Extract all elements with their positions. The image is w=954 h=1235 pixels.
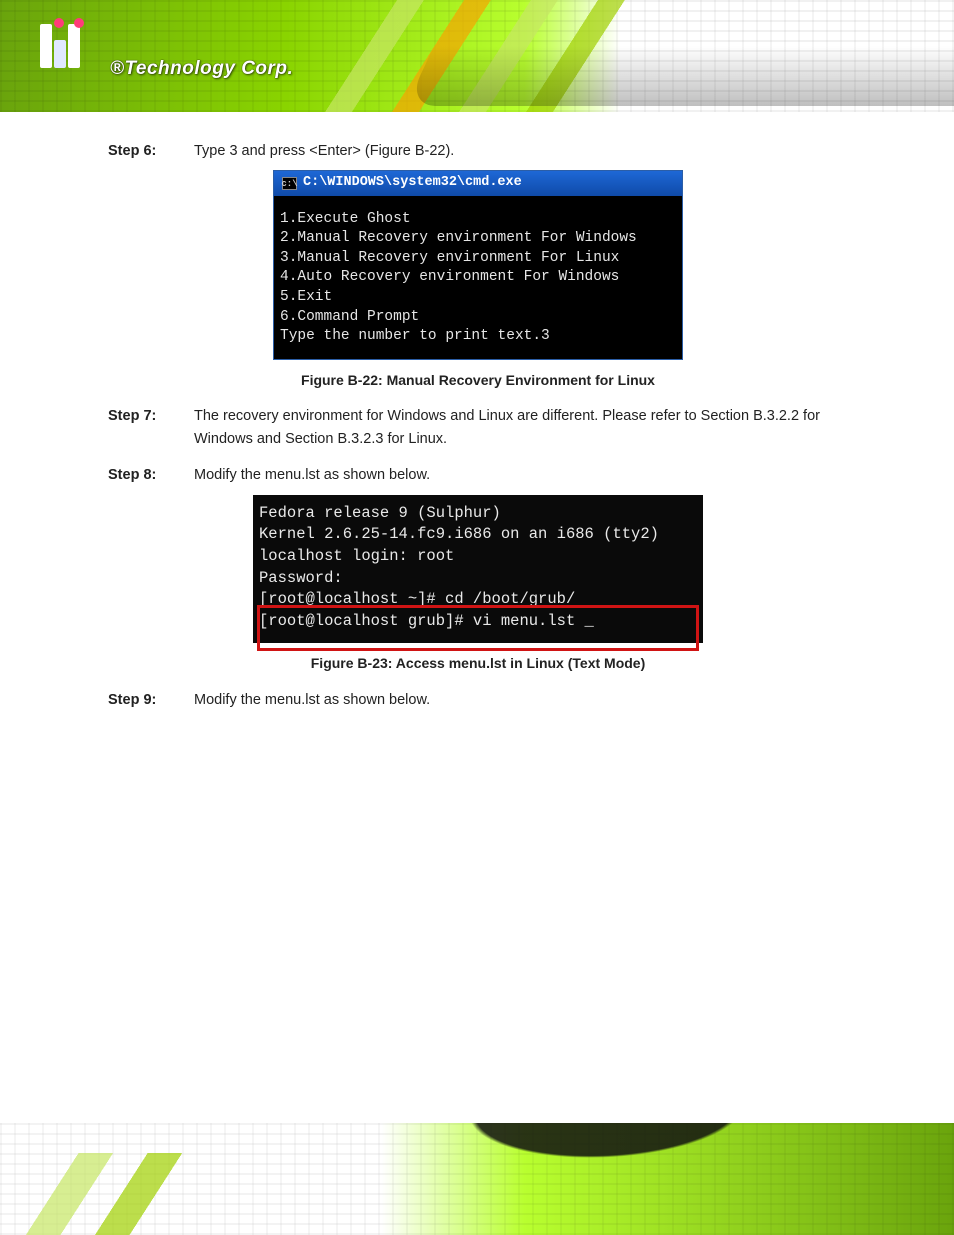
term-last-line: [root@localhost grub]# vi menu.lst _ [259, 612, 594, 630]
figure-22-container: c:\ C:\WINDOWS\system32\cmd.exe 1.Execut… [88, 170, 868, 359]
step-8-text: Modify the menu.lst as shown below. [194, 464, 868, 486]
page-body: Step 6: Type 3 and press <Enter> (Figure… [88, 140, 868, 719]
cmd-title: C:\WINDOWS\system32\cmd.exe [303, 174, 522, 192]
figure-22-caption: Figure B-22: Manual Recovery Environment… [88, 370, 868, 392]
term-line: Fedora release 9 (Sulphur) [259, 503, 697, 525]
step-7-label: Step 7: [108, 405, 180, 450]
term-line: localhost login: root [259, 546, 697, 568]
term-line: [root@localhost grub]# vi menu.lst _ [259, 611, 697, 633]
logo-bar [40, 24, 52, 68]
cmd-line: 2.Manual Recovery environment For Window… [280, 230, 637, 246]
bottom-banner [0, 1123, 954, 1235]
step-9: Step 9: Modify the menu.lst as shown bel… [88, 689, 868, 711]
step-8: Step 8: Modify the menu.lst as shown bel… [88, 464, 868, 486]
cmd-line: 1.Execute Ghost [280, 211, 411, 227]
step-9-label: Step 9: [108, 689, 180, 711]
step-6-label: Step 6: [108, 140, 180, 162]
brand-text: ®Technology Corp. [110, 58, 293, 80]
bottom-swoosh [273, 1123, 954, 1235]
step-8-label: Step 8: [108, 464, 180, 486]
step-6-text: Type 3 and press <Enter> (Figure B-22). [194, 140, 868, 162]
cmd-icon: c:\ [282, 177, 297, 190]
figure-23-container: Fedora release 9 (Sulphur) Kernel 2.6.25… [88, 495, 868, 643]
term-line: Password: [259, 568, 697, 590]
term-line: [root@localhost ~]# cd /boot/grub/ [259, 589, 697, 611]
step-7-text: The recovery environment for Windows and… [194, 405, 868, 450]
cmd-line: 3.Manual Recovery environment For Linux [280, 250, 619, 266]
step-7: Step 7: The recovery environment for Win… [88, 405, 868, 450]
cmd-content: 1.Execute Ghost 2.Manual Recovery enviro… [274, 196, 682, 359]
cmd-window: c:\ C:\WINDOWS\system32\cmd.exe 1.Execut… [273, 170, 683, 359]
cmd-line: 5.Exit [280, 289, 332, 305]
term-line: Kernel 2.6.25-14.fc9.i686 on an i686 (tt… [259, 524, 697, 546]
logo-bar [54, 40, 66, 68]
cmd-titlebar: c:\ C:\WINDOWS\system32\cmd.exe [274, 171, 682, 195]
step-9-text: Modify the menu.lst as shown below. [194, 689, 868, 711]
cmd-line: 6.Command Prompt [280, 309, 419, 325]
cmd-line: 4.Auto Recovery environment For Windows [280, 269, 619, 285]
top-banner: ®Technology Corp. [0, 0, 954, 112]
banner-stripes-shadow [406, 46, 954, 106]
step-6: Step 6: Type 3 and press <Enter> (Figure… [88, 140, 868, 162]
logo-dots [54, 18, 64, 28]
iei-logo [40, 24, 80, 68]
linux-terminal: Fedora release 9 (Sulphur) Kernel 2.6.25… [253, 495, 703, 643]
cmd-line: Type the number to print text.3 [280, 328, 550, 344]
logo-bar [68, 24, 80, 68]
figure-23-caption: Figure B-23: Access menu.lst in Linux (T… [88, 653, 868, 675]
